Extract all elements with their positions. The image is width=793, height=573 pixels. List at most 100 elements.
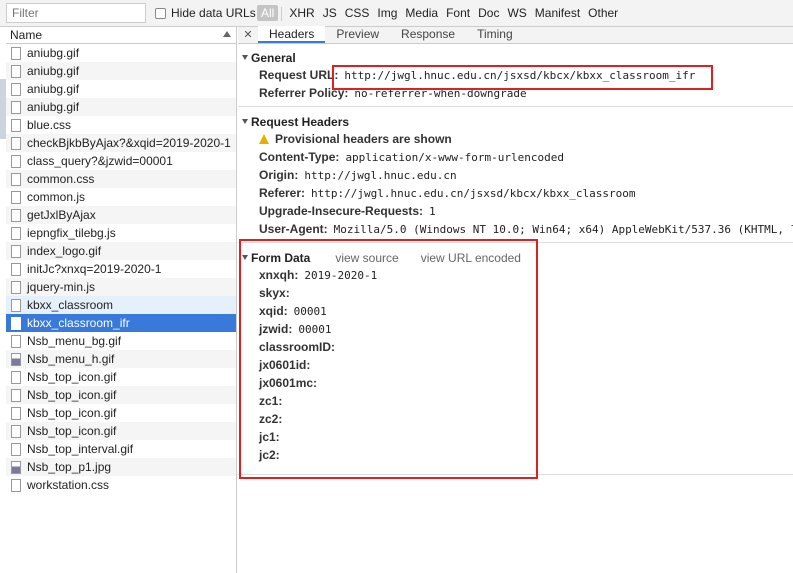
- list-item[interactable]: Nsb_top_icon.gif: [6, 422, 236, 440]
- file-icon: [11, 82, 21, 96]
- file-icon: [11, 298, 21, 312]
- filter-input[interactable]: [6, 3, 146, 23]
- provisional-warning: Provisional headers are shown: [238, 130, 793, 148]
- file-name: jquery-min.js: [27, 280, 96, 294]
- close-icon[interactable]: ✕: [238, 28, 258, 43]
- tab-preview[interactable]: Preview: [325, 26, 390, 43]
- list-item[interactable]: Nsb_menu_h.gif: [6, 350, 236, 368]
- list-item[interactable]: aniubg.gif: [6, 80, 236, 98]
- hide-data-urls-label: Hide data URLs: [171, 6, 256, 20]
- general-section-toggle[interactable]: General: [242, 49, 793, 66]
- request-url-highlight: [332, 65, 713, 90]
- list-item[interactable]: Nsb_top_icon.gif: [6, 368, 236, 386]
- tab-timing[interactable]: Timing: [466, 26, 524, 43]
- type-filter-ws[interactable]: WS: [503, 5, 530, 21]
- list-item[interactable]: Nsb_menu_bg.gif: [6, 332, 236, 350]
- type-filter-css[interactable]: CSS: [341, 5, 374, 21]
- file-list: aniubg.gif aniubg.gif aniubg.gif aniubg.gif…: [6, 44, 236, 494]
- request-headers-toggle[interactable]: Request Headers: [242, 113, 793, 130]
- file-name: workstation.css: [27, 478, 110, 492]
- file-name: kbxx_classroom_ifr: [27, 316, 130, 330]
- type-filter-js[interactable]: JS: [319, 5, 341, 21]
- type-filter-xhr[interactable]: XHR: [285, 5, 318, 21]
- list-item[interactable]: aniubg.gif: [6, 98, 236, 116]
- list-item[interactable]: initJc?xnxq=2019-2020-1: [6, 260, 236, 278]
- file-name: aniubg.gif: [27, 46, 80, 60]
- file-icon: [11, 226, 21, 240]
- list-item[interactable]: checkBjkbByAjax?&xqid=2019-2020-1: [6, 134, 236, 152]
- key-value-row: User-Agent: Mozilla/5.0 (Windows NT 10.0;…: [238, 220, 793, 238]
- type-filter-manifest[interactable]: Manifest: [531, 5, 584, 21]
- image-icon: [11, 352, 21, 366]
- list-item[interactable]: workstation.css: [6, 476, 236, 494]
- list-item[interactable]: class_query?&jzwid=00001: [6, 152, 236, 170]
- file-name: Nsb_top_interval.gif: [27, 442, 134, 456]
- list-item[interactable]: getJxlByAjax: [6, 206, 236, 224]
- file-icon: [11, 244, 21, 258]
- file-icon: [11, 172, 21, 186]
- hide-data-urls-checkbox[interactable]: [155, 7, 166, 19]
- list-item[interactable]: jquery-min.js: [6, 278, 236, 296]
- filter-bar: Hide data URLs All XHR JS CSS Img Media …: [0, 0, 793, 27]
- list-item[interactable]: blue.css: [6, 116, 236, 134]
- expand-triangle-icon: [242, 55, 248, 60]
- header-key: Referer:: [259, 186, 306, 200]
- list-item[interactable]: kbxx_classroom_ifr: [6, 314, 236, 332]
- file-name: Nsb_top_icon.gif: [27, 370, 117, 384]
- file-icon: [11, 388, 21, 402]
- header-value: application/x-www-form-urlencoded: [345, 150, 564, 164]
- file-name: iepngfix_tilebg.js: [27, 226, 116, 240]
- file-name: aniubg.gif: [27, 64, 80, 78]
- list-item[interactable]: aniubg.gif: [6, 44, 236, 62]
- detail-tabs: ✕ Headers Preview Response Timing: [238, 26, 793, 44]
- list-item[interactable]: common.css: [6, 170, 236, 188]
- general-title: General: [251, 50, 296, 65]
- file-name: Nsb_top_icon.gif: [27, 388, 117, 402]
- type-filter-doc[interactable]: Doc: [474, 5, 503, 21]
- file-name: initJc?xnxq=2019-2020-1: [27, 262, 162, 276]
- hide-data-urls-option[interactable]: Hide data URLs: [155, 6, 256, 20]
- file-name: class_query?&jzwid=00001: [27, 154, 173, 168]
- list-item[interactable]: aniubg.gif: [6, 62, 236, 80]
- file-icon: [11, 262, 21, 276]
- list-item[interactable]: common.js: [6, 188, 236, 206]
- list-item[interactable]: Nsb_top_p1.jpg: [6, 458, 236, 476]
- list-item[interactable]: iepngfix_tilebg.js: [6, 224, 236, 242]
- key-value-row: Content-Type: application/x-www-form-urle…: [238, 148, 793, 166]
- file-icon: [11, 280, 21, 294]
- file-name: common.css: [27, 172, 95, 186]
- name-column-header[interactable]: Name: [6, 27, 236, 44]
- tab-response[interactable]: Response: [390, 26, 466, 43]
- type-filter-media[interactable]: Media: [401, 5, 442, 21]
- file-icon: [11, 424, 21, 438]
- image-icon: [11, 460, 21, 474]
- divider: [281, 7, 283, 21]
- header-value: http://jwgl.hnuc.edu.cn/jsxsd/kbcx/kbxx_…: [311, 186, 636, 200]
- file-icon: [11, 46, 21, 60]
- header-key: Origin:: [259, 168, 299, 182]
- list-item[interactable]: kbxx_classroom: [6, 296, 236, 314]
- file-name: index_logo.gif: [27, 244, 102, 258]
- type-filter-font[interactable]: Font: [442, 5, 474, 21]
- list-item[interactable]: index_logo.gif: [6, 242, 236, 260]
- sort-ascending-icon: [223, 31, 231, 37]
- file-name: checkBjkbByAjax?&xqid=2019-2020-1: [27, 136, 231, 150]
- tab-headers[interactable]: Headers: [258, 26, 326, 43]
- request-url-label: Request URL:: [259, 68, 339, 82]
- file-icon: [11, 190, 21, 204]
- list-item[interactable]: Nsb_top_icon.gif: [6, 404, 236, 422]
- type-filter-other[interactable]: Other: [584, 5, 622, 21]
- file-name: Nsb_top_icon.gif: [27, 424, 117, 438]
- type-filter-img[interactable]: Img: [373, 5, 401, 21]
- file-name: aniubg.gif: [27, 100, 80, 114]
- file-icon: [11, 100, 21, 114]
- key-value-row: Referer: http://jwgl.hnuc.edu.cn/jsxsd/kb…: [238, 184, 793, 202]
- file-name: Nsb_top_icon.gif: [27, 406, 117, 420]
- header-value: http://jwgl.hnuc.edu.cn: [304, 168, 457, 182]
- header-key: Upgrade-Insecure-Requests:: [259, 204, 424, 218]
- list-item[interactable]: Nsb_top_interval.gif: [6, 440, 236, 458]
- header-value: Mozilla/5.0 (Windows NT 10.0; Win64; x64…: [333, 222, 793, 236]
- list-item[interactable]: Nsb_top_icon.gif: [6, 386, 236, 404]
- type-filter-all[interactable]: All: [257, 5, 279, 21]
- key-value-row: Origin: http://jwgl.hnuc.edu.cn: [238, 166, 793, 184]
